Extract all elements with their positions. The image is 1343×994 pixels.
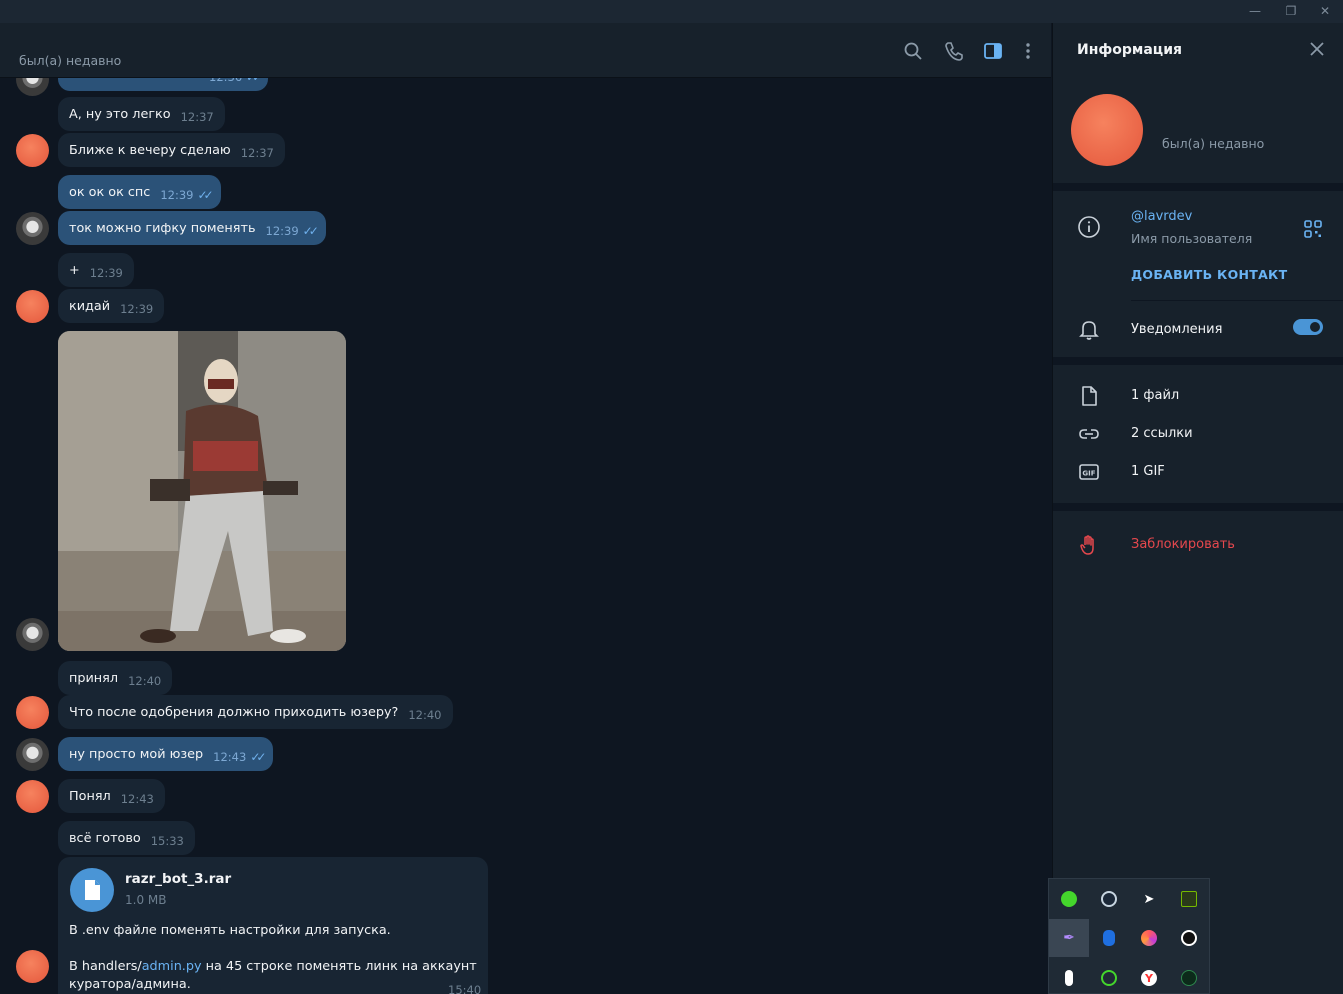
- chat-header: был(а) недавно: [0, 23, 1051, 78]
- hand-block-icon: [1080, 535, 1094, 555]
- section-separator: [1053, 183, 1343, 191]
- swirl-icon: [1141, 930, 1157, 946]
- message-bubble[interactable]: Понял 12:43: [58, 779, 165, 813]
- file-size: 1.0 MB: [125, 893, 167, 907]
- message-link[interactable]: admin.py: [142, 959, 202, 974]
- avatar[interactable]: [16, 696, 49, 729]
- section-separator: [1053, 503, 1343, 511]
- razer-icon-2: [1101, 970, 1117, 986]
- message-text: В handlers/admin.py на 45 строке поменят…: [69, 959, 477, 974]
- tray-item[interactable]: [1089, 959, 1129, 994]
- section-separator: [1053, 357, 1343, 365]
- logitech-icon: [1181, 930, 1197, 946]
- avatar[interactable]: [16, 134, 49, 167]
- message-bubble[interactable]: принял 12:40: [58, 661, 173, 695]
- minimize-button[interactable]: —: [1240, 2, 1270, 20]
- tray-item[interactable]: ✒: [1049, 919, 1089, 957]
- search-icon[interactable]: [902, 40, 924, 62]
- read-ticks-icon: ✓✓: [302, 224, 319, 238]
- read-ticks-icon: ✓✓: [250, 750, 266, 764]
- window-titlebar: — ❐ ✕: [0, 0, 1343, 23]
- yandex-icon: Y: [1141, 970, 1157, 986]
- close-window-button[interactable]: ✕: [1310, 2, 1340, 20]
- razer-icon: [1061, 891, 1077, 907]
- telegram-icon: ➤: [1143, 891, 1155, 907]
- gif-image: [58, 331, 346, 651]
- tray-item[interactable]: [1089, 880, 1129, 918]
- add-contact-button[interactable]: ДОБАВИТЬ КОНТАКТ: [1131, 267, 1287, 282]
- file-name[interactable]: razr_bot_3.rar: [125, 871, 231, 887]
- message-bubble[interactable]: ну просто мой юзер 12:43 ✓✓: [58, 737, 274, 771]
- bell-icon: [1079, 321, 1099, 340]
- avatar[interactable]: [16, 212, 49, 245]
- sidebar-toggle-icon[interactable]: [982, 40, 1004, 62]
- notifications-label: Уведомления: [1131, 322, 1223, 337]
- gif-icon: GIF: [1079, 464, 1099, 480]
- message-bubble[interactable]: кидай 12:39: [58, 289, 165, 323]
- message-time: 15:40: [448, 983, 482, 994]
- username-link[interactable]: @lavrdev: [1131, 209, 1192, 224]
- file-icon: [85, 880, 100, 900]
- file-download-button[interactable]: [70, 868, 114, 912]
- qr-code-icon[interactable]: [1304, 220, 1322, 238]
- message-text: В .env файле поменять настройки для запу…: [69, 923, 391, 938]
- message-bubble[interactable]: всё готово 15:33: [58, 821, 195, 855]
- panel-title: Информация: [1077, 42, 1182, 58]
- last-seen: был(а) недавно: [1162, 136, 1265, 151]
- link-icon: [1079, 429, 1099, 439]
- avatar[interactable]: [16, 618, 49, 651]
- message-bubble[interactable]: ок ок ок спс 12:39 ✓✓: [58, 175, 221, 209]
- phone-icon[interactable]: [943, 40, 965, 62]
- profile-avatar[interactable]: [1071, 94, 1143, 166]
- username-label: Имя пользователя: [1131, 231, 1253, 246]
- green-circle-icon: [1181, 970, 1197, 986]
- bluetooth-icon: [1103, 930, 1115, 946]
- tray-item[interactable]: ➤: [1129, 880, 1169, 918]
- tray-item[interactable]: [1169, 880, 1209, 918]
- message-text: куратора/админа.: [69, 977, 191, 992]
- tray-item[interactable]: [1169, 959, 1209, 994]
- close-icon[interactable]: [1308, 40, 1326, 58]
- file-icon: [1082, 386, 1097, 406]
- gif-media[interactable]: [58, 331, 346, 651]
- notifications-toggle[interactable]: [1293, 319, 1323, 335]
- steam-icon: [1101, 891, 1117, 907]
- chat-status: был(а) недавно: [19, 53, 122, 68]
- tray-item[interactable]: Y: [1129, 959, 1169, 994]
- info-icon: [1078, 216, 1100, 238]
- tray-item[interactable]: [1169, 919, 1209, 957]
- shared-gifs[interactable]: 1 GIF: [1131, 464, 1165, 479]
- nvidia-icon: [1181, 891, 1197, 907]
- message-bubble[interactable]: ток можно гифку поменять 12:39 ✓✓: [58, 211, 326, 245]
- avatar[interactable]: [16, 738, 49, 771]
- divider: [1131, 300, 1343, 301]
- svg-text:GIF: GIF: [1082, 470, 1095, 478]
- avatar[interactable]: [16, 950, 49, 983]
- info-panel: Информация был(а) недавно @lavrdev Имя п…: [1052, 23, 1343, 994]
- tray-item[interactable]: [1089, 919, 1129, 957]
- tray-item[interactable]: [1049, 959, 1089, 994]
- message-bubble[interactable]: Что после одобрения должно приходить юзе…: [58, 695, 453, 729]
- tray-item[interactable]: [1049, 880, 1089, 918]
- system-tray-overflow: ➤ ✒ Y: [1048, 878, 1210, 994]
- shared-files[interactable]: 1 файл: [1131, 388, 1179, 403]
- more-options-icon[interactable]: [1017, 40, 1039, 62]
- feather-icon: ✒: [1063, 930, 1075, 946]
- tray-item[interactable]: [1129, 919, 1169, 957]
- restore-button[interactable]: ❐: [1276, 2, 1306, 20]
- message-bubble[interactable]: +12:39: [58, 253, 134, 287]
- read-ticks-icon: ✓✓: [197, 188, 213, 202]
- message-bubble[interactable]: Ближе к вечеру сделаю 12:37: [58, 133, 285, 167]
- avatar[interactable]: [16, 290, 49, 323]
- chat-area: 12:36✓✓ был(а) недавно А, ну это легко12…: [0, 23, 1051, 994]
- avatar[interactable]: [16, 780, 49, 813]
- file-message[interactable]: razr_bot_3.rar 1.0 MB В .env файле помен…: [58, 857, 488, 994]
- message-bubble[interactable]: А, ну это легко 12:37: [58, 97, 225, 131]
- block-user-button[interactable]: Заблокировать: [1131, 537, 1235, 552]
- microphone-icon: [1065, 970, 1073, 986]
- shared-links[interactable]: 2 ссылки: [1131, 426, 1193, 441]
